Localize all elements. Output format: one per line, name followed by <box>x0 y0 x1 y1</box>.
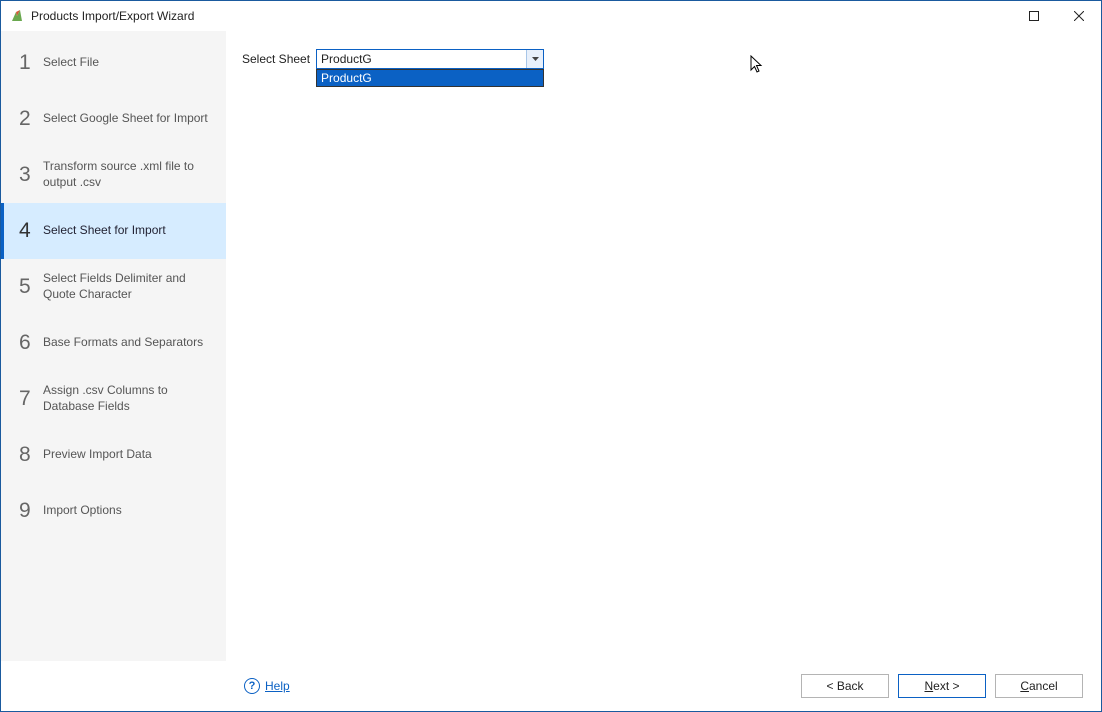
step-label: Transform source .xml file to output .cs… <box>41 159 214 190</box>
step-select-google-sheet[interactable]: 2 Select Google Sheet for Import <box>1 91 226 147</box>
step-label: Import Options <box>41 503 122 519</box>
wizard-steps-sidebar: 1 Select File 2 Select Google Sheet for … <box>1 31 226 661</box>
close-button[interactable] <box>1056 1 1101 31</box>
chevron-down-icon[interactable] <box>526 50 543 68</box>
step-fields-delimiter[interactable]: 5 Select Fields Delimiter and Quote Char… <box>1 259 226 315</box>
titlebar: Products Import/Export Wizard <box>1 1 1101 31</box>
step-label: Preview Import Data <box>41 447 152 463</box>
step-number: 5 <box>19 275 41 299</box>
help-icon: ? <box>244 678 260 694</box>
step-number: 9 <box>19 499 41 523</box>
sheet-dropdown-option[interactable]: ProductG <box>317 70 543 86</box>
step-select-file[interactable]: 1 Select File <box>1 35 226 91</box>
window-title: Products Import/Export Wizard <box>31 9 1011 23</box>
next-button[interactable]: Next > <box>898 674 986 698</box>
step-select-sheet-for-import[interactable]: 4 Select Sheet for Import <box>1 203 226 259</box>
back-button[interactable]: < Back <box>801 674 889 698</box>
step-label: Base Formats and Separators <box>41 335 203 351</box>
sheet-combo-wrapper: ProductG ProductG <box>316 49 544 69</box>
select-sheet-row: Select Sheet ProductG ProductG <box>242 49 1085 69</box>
body: 1 Select File 2 Select Google Sheet for … <box>1 31 1101 661</box>
sheet-selected-value: ProductG <box>317 52 526 66</box>
step-number: 8 <box>19 443 41 467</box>
step-number: 6 <box>19 331 41 355</box>
maximize-button[interactable] <box>1011 1 1056 31</box>
back-label: < Back <box>826 679 863 693</box>
help-link[interactable]: ? Help <box>244 678 290 694</box>
step-number: 7 <box>19 387 41 411</box>
step-label: Select Google Sheet for Import <box>41 111 208 127</box>
footer: ? Help < Back Next > Cancel <box>1 661 1101 711</box>
wizard-window: Products Import/Export Wizard 1 Select F… <box>0 0 1102 712</box>
step-preview-data[interactable]: 8 Preview Import Data <box>1 427 226 483</box>
help-label: Help <box>265 679 290 693</box>
sheet-combobox[interactable]: ProductG <box>316 49 544 69</box>
window-controls <box>1011 1 1101 31</box>
step-number: 2 <box>19 107 41 131</box>
step-assign-columns[interactable]: 7 Assign .csv Columns to Database Fields <box>1 371 226 427</box>
step-import-options[interactable]: 9 Import Options <box>1 483 226 539</box>
app-icon <box>9 8 25 24</box>
step-label: Select Sheet for Import <box>41 223 166 239</box>
cancel-button[interactable]: Cancel <box>995 674 1083 698</box>
step-number: 4 <box>19 219 41 243</box>
select-sheet-label: Select Sheet <box>242 52 310 66</box>
step-base-formats[interactable]: 6 Base Formats and Separators <box>1 315 226 371</box>
step-label: Select File <box>41 55 99 71</box>
sheet-dropdown-list: ProductG <box>316 69 544 87</box>
step-label: Assign .csv Columns to Database Fields <box>41 383 214 414</box>
step-number: 3 <box>19 163 41 187</box>
step-label: Select Fields Delimiter and Quote Charac… <box>41 271 214 302</box>
content-panel: Select Sheet ProductG ProductG <box>226 31 1101 661</box>
step-transform-xml[interactable]: 3 Transform source .xml file to output .… <box>1 147 226 203</box>
step-number: 1 <box>19 51 41 75</box>
